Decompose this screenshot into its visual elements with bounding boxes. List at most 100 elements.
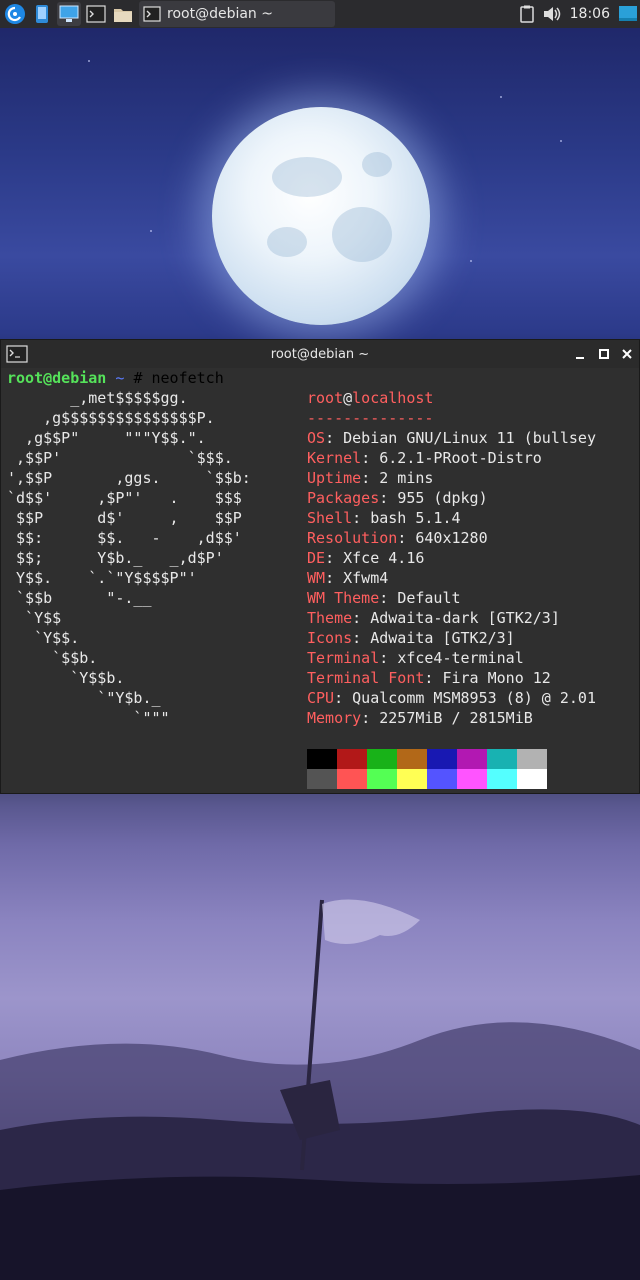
palette-row-bright (307, 769, 547, 789)
moon-image (212, 107, 430, 325)
prompt-path: ~ (115, 369, 125, 387)
folder-icon[interactable] (111, 2, 135, 26)
ascii-line: `Y$$b. (7, 669, 125, 687)
ascii-line: $$; Y$b._ _,d$P' (7, 549, 224, 567)
ascii-line: ,g$$$$$$$$$$$$$$$P. (7, 409, 215, 427)
color-swatch (517, 749, 547, 769)
volume-icon[interactable] (542, 5, 562, 23)
prompt-symbol: # (133, 369, 143, 387)
ascii-line: $$P d$' , $$P (7, 509, 242, 527)
ascii-line: ,g$$P" """Y$$.". (7, 429, 206, 447)
minimize-button[interactable] (572, 346, 588, 362)
info-separator: -------------- (307, 409, 434, 427)
color-swatch (367, 749, 397, 769)
info-value: xfce4-terminal (397, 649, 524, 667)
info-key: Theme (307, 609, 353, 627)
maximize-button[interactable] (596, 346, 612, 362)
ascii-line: `Y$$ (7, 609, 62, 627)
ascii-line: ,$$P' `$$$. (7, 449, 233, 467)
ascii-line: Y$$. `.`"Y$$$$P"' (7, 569, 197, 587)
close-button[interactable] (619, 346, 635, 362)
info-key: Shell (307, 509, 353, 527)
debian-menu-icon[interactable] (3, 2, 27, 26)
command-prompt[interactable]: root@debian ~ # neofetch (7, 368, 224, 388)
info-value: Default (397, 589, 461, 607)
ascii-line: `$$b "-.__ (7, 589, 152, 607)
info-key: OS (307, 429, 326, 447)
color-swatch (307, 749, 337, 769)
info-value: Adwaita [GTK2/3] (370, 629, 515, 647)
info-key: CPU (307, 689, 335, 707)
info-value: 6.2.1-PRoot-Distro (379, 449, 542, 467)
info-key: Packages (307, 489, 380, 507)
info-value: Debian GNU/Linux 11 (bullsey (343, 429, 596, 447)
info-value: 640x1280 (415, 529, 488, 547)
terminal-icon[interactable] (84, 2, 108, 26)
command-text: neofetch (151, 369, 224, 387)
color-swatch (307, 769, 337, 789)
terminal-window[interactable]: root@debian ~ root@debian ~ # neofetch _… (0, 339, 640, 794)
info-host: localhost (352, 389, 434, 407)
color-swatch (487, 749, 517, 769)
info-value: bash 5.1.4 (370, 509, 461, 527)
taskbar-item-terminal[interactable]: root@debian ~ (139, 1, 335, 27)
show-desktop-icon[interactable] (618, 4, 638, 24)
color-swatch (517, 769, 547, 789)
color-swatch (337, 749, 367, 769)
color-swatch (457, 769, 487, 789)
info-value: Qualcomm MSM8953 (8) @ 2.01 (352, 689, 596, 707)
system-info: root@localhost -------------- OS: Debian… (307, 389, 596, 727)
info-key: Resolution (307, 529, 398, 547)
ascii-line: ',$$P ,ggs. `$$b: (7, 469, 251, 487)
top-panel: root@debian ~ 18:06 (0, 0, 640, 28)
terminal-titlebar[interactable]: root@debian ~ (1, 340, 639, 368)
info-value: 2257MiB / 2815MiB (379, 709, 533, 727)
ascii-line: `Y$$. (7, 629, 80, 647)
minimize-icon (576, 357, 584, 359)
info-key: Uptime (307, 469, 362, 487)
color-swatch (487, 769, 517, 789)
info-at: @ (343, 389, 353, 407)
info-value: 2 mins (379, 469, 434, 487)
palette-row-normal (307, 749, 547, 769)
system-tray: 18:06 (519, 0, 640, 28)
clipboard-icon[interactable] (519, 5, 534, 23)
ascii-line: _,met$$$$$gg. (7, 389, 188, 407)
info-value: Xfce 4.16 (343, 549, 425, 567)
info-key: WM Theme (307, 589, 380, 607)
maximize-icon (599, 349, 609, 359)
phone-icon[interactable] (30, 2, 54, 26)
color-swatch (427, 769, 457, 789)
debian-ascii-logo: _,met$$$$$gg. ,g$$$$$$$$$$$$$$$P. ,g$$P"… (7, 388, 251, 728)
color-swatch (457, 749, 487, 769)
info-key: Kernel (307, 449, 362, 467)
ascii-line: $$: $$. - ,d$$' (7, 529, 242, 547)
info-key: Terminal Font (307, 669, 425, 687)
ascii-line: `$$b. (7, 649, 98, 667)
prompt-user: root@debian (7, 369, 107, 387)
landscape-silhouette (0, 899, 640, 1280)
color-swatch (337, 769, 367, 789)
ascii-line: `""" (7, 709, 170, 727)
info-key: WM (307, 569, 326, 587)
color-swatch (427, 749, 457, 769)
desktop-icon[interactable] (57, 2, 81, 26)
ascii-line: `"Y$b._ (7, 689, 161, 707)
taskbar-item-label: root@debian ~ (167, 6, 273, 22)
close-icon (622, 349, 632, 359)
color-swatch (397, 769, 427, 789)
info-key: Memory (307, 709, 362, 727)
info-user: root (307, 389, 344, 407)
clock[interactable]: 18:06 (570, 6, 610, 22)
info-value: Adwaita-dark [GTK2/3] (370, 609, 560, 627)
color-swatch (397, 749, 427, 769)
info-value: Xfwm4 (343, 569, 389, 587)
color-palette (307, 749, 547, 789)
terminal-icon (143, 6, 161, 22)
color-swatch (367, 769, 397, 789)
info-key: DE (307, 549, 326, 567)
info-key: Icons (307, 629, 353, 647)
window-title: root@debian ~ (270, 346, 370, 362)
ascii-line: `d$$' ,$P"' . $$$ (7, 489, 242, 507)
info-key: Terminal (307, 649, 380, 667)
